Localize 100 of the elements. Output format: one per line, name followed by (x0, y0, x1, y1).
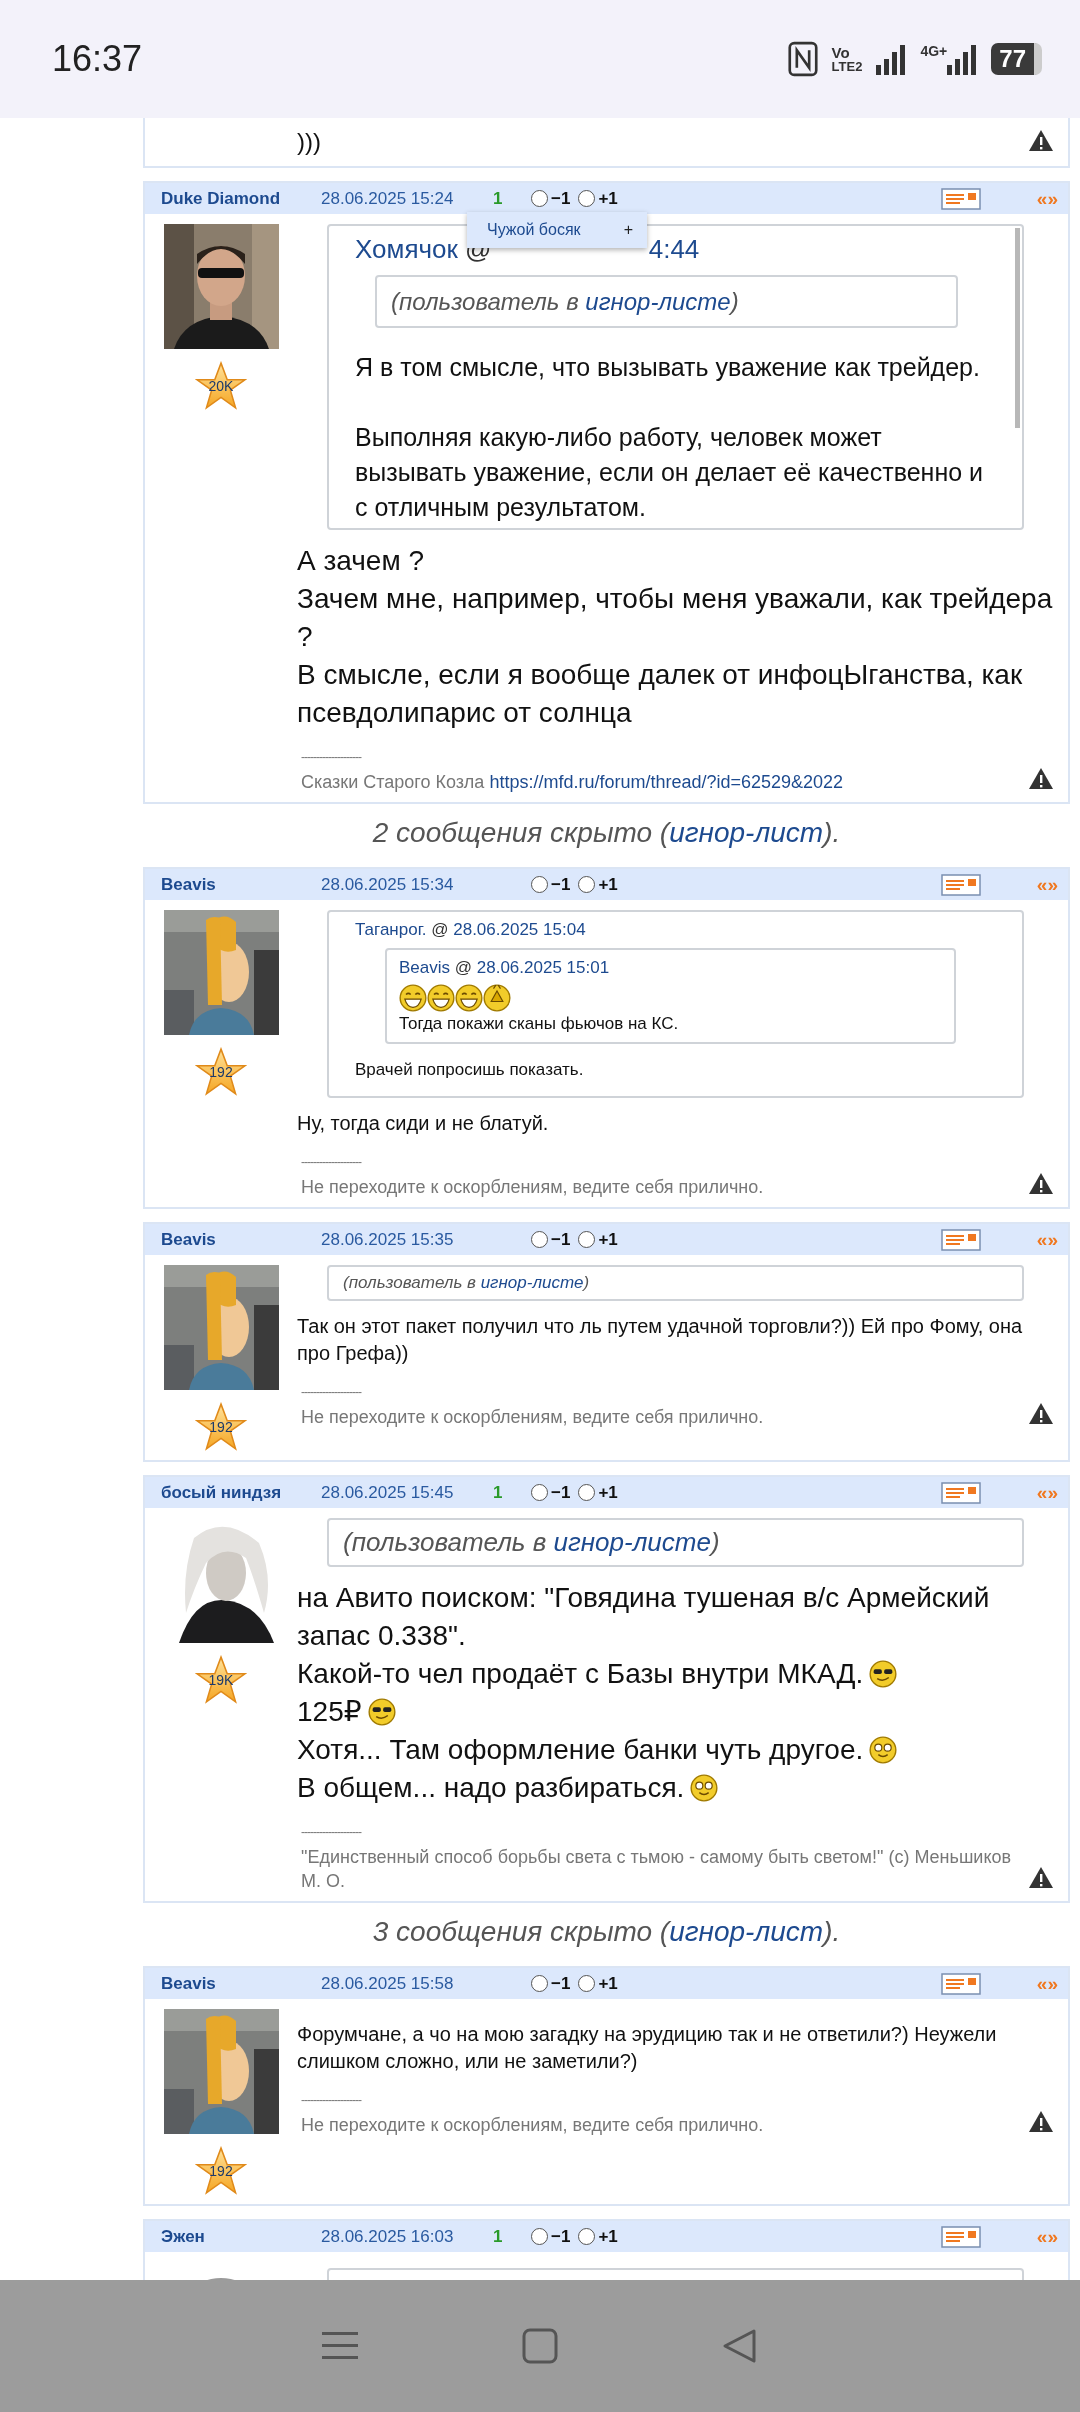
vote-radio[interactable] (578, 876, 596, 893)
post-text: Какой-то чел продаёт с Базы внутри МКАД. (297, 1657, 864, 1691)
vote-radio[interactable] (578, 1975, 596, 1992)
ignore-list-link[interactable]: игнор-листе (553, 1527, 711, 1557)
message-icon[interactable] (940, 187, 981, 210)
warning-icon[interactable] (1028, 1401, 1054, 1425)
vote-radio[interactable] (578, 1484, 596, 1501)
popup-add-button[interactable]: + (623, 221, 633, 239)
signature-text: Сказки Старого Козла https://mfd.ru/forum/thread/?id=62529&2022 (301, 771, 844, 794)
post-date-link[interactable]: 28.06.2025 15:34 (321, 874, 493, 895)
post-text: В общем... надо разбираться. (297, 1771, 685, 1805)
signature-divider: -------------------- (301, 1825, 363, 1839)
vote-radio[interactable] (531, 2228, 548, 2245)
ignored-text: (пользователь в игнор-листе) (343, 1527, 720, 1557)
sunglasses-smiley-icon (869, 1660, 898, 1688)
vote-radio[interactable] (531, 876, 548, 893)
vote-label: +1 (598, 2226, 618, 2247)
signature-divider: -------------------- (301, 2093, 363, 2107)
vote-radio[interactable] (531, 190, 548, 207)
rating-star-badge: 192 (195, 2146, 247, 2196)
vote-label: +1 (598, 1229, 618, 1250)
post-text: Ну, тогда сиди и не блатуй. (297, 1111, 549, 1136)
post-date-link[interactable]: 28.06.2025 15:58 (321, 1973, 493, 1994)
dizzy-smiley-icon (690, 1774, 719, 1802)
signal-icon (876, 43, 907, 75)
laughing-smiley-icon (427, 984, 455, 1012)
ignored-text: (пользователь в игнор-листе) (343, 1273, 590, 1292)
vote-radio[interactable] (531, 1484, 548, 1501)
vote-radio[interactable] (578, 1231, 596, 1248)
warning-icon[interactable] (1028, 128, 1054, 152)
vote-label: +1 (598, 1482, 618, 1503)
scrollbar-thumb[interactable] (1015, 228, 1020, 428)
warning-icon[interactable] (1028, 2109, 1054, 2133)
vote-label: −1 (551, 874, 571, 895)
vote-label: −1 (551, 1482, 571, 1503)
signature-divider: -------------------- (301, 1155, 363, 1169)
warning-icon[interactable] (1028, 1171, 1054, 1195)
signature-link[interactable]: https://mfd.ru/forum/thread/?id=62529&2022 (489, 772, 844, 792)
post-text: Так он этот пакет получил что ль путем удачной торговли?)) Ей про Фому, она про Грефа)) (297, 1314, 1024, 1366)
signature-text: "Единственный способ борьбы света с тьмою - самому быть светом!" (с) Меньшиков М. О. (301, 1846, 1013, 1893)
quote-author-link[interactable]: Хомячок (355, 234, 458, 264)
vote-label: +1 (598, 1973, 618, 1994)
vote-radio[interactable] (531, 1231, 548, 1248)
vote-radio[interactable] (531, 1975, 548, 1992)
vote-label: −1 (551, 2226, 571, 2247)
signature-text: Не переходите к оскорблениям, ведите себя прилично. (301, 2114, 764, 2137)
signature-text: Не переходите к оскорблениям, ведите себя прилично. (301, 1176, 764, 1199)
call-label: Vo (831, 45, 851, 60)
popup-label[interactable]: Чужой босяк (487, 221, 581, 239)
dizzy-smiley-icon (869, 1736, 898, 1764)
clock-time: 16:37 (52, 38, 143, 80)
author-link[interactable]: Duke Diamond (161, 188, 321, 209)
quote-date-link[interactable]: 28.06.2025 15:01 (476, 958, 610, 977)
vote-radio[interactable] (578, 190, 596, 207)
quote-text: Тогда покажи сканы фьючов на КС. (399, 1013, 680, 1035)
ignore-list-link[interactable]: игнор-листе (585, 288, 731, 315)
message-icon[interactable] (940, 2225, 981, 2248)
author-link[interactable]: Beavis (161, 1229, 321, 1250)
post-date-link[interactable]: 28.06.2025 16:03 (321, 2226, 493, 2247)
post-date-link[interactable]: 28.06.2025 15:24 (321, 188, 493, 209)
quote-header: Таганрог. @ 28.06.2025 15:04 (355, 919, 587, 941)
post-text: В смысле, если я вообще далек от инфоцЫганства, как псевдолипарис от солнца (297, 658, 1024, 730)
hidden-posts-notice: 3 сообщения скрыто (игнор-лист). (371, 1916, 842, 1948)
quote-date-link[interactable]: 4:44 (648, 234, 700, 264)
quote-text: Я в том смысле, что вызывать уважение как трейдер. (355, 352, 981, 383)
warning-icon[interactable] (1028, 766, 1054, 790)
vote-label: −1 (551, 1973, 571, 1994)
quote-date-link[interactable]: 28.06.2025 15:04 (453, 920, 586, 939)
post-text: на Авито поиском: "Говядина тушеная в/с Армейский запас 0.338". (297, 1581, 991, 1653)
vote-radio[interactable] (578, 2228, 596, 2245)
laughing-smiley-icon (399, 984, 427, 1012)
message-icon[interactable] (940, 1228, 981, 1251)
message-icon[interactable] (940, 873, 981, 896)
home-icon[interactable] (520, 2326, 560, 2366)
message-icon[interactable] (940, 1481, 981, 1504)
rating-star-badge: 192 (195, 1047, 247, 1097)
quote-author-link[interactable]: Таганрог. (355, 920, 427, 939)
call-sublabel: LTE2 (831, 60, 863, 73)
vote-label: −1 (551, 188, 571, 209)
ignore-list-link[interactable]: игнор-листе (480, 1273, 584, 1292)
quote-author-link[interactable]: Beavis (399, 958, 451, 977)
author-link[interactable]: Beavis (161, 1973, 321, 1994)
vote-label: +1 (598, 874, 618, 895)
laughing-smiley-icon (455, 984, 483, 1012)
post-date-link[interactable]: 28.06.2025 15:35 (321, 1229, 493, 1250)
post-text: Хотя... Там оформление банки чуть другое. (297, 1733, 864, 1767)
nfc-icon (787, 41, 818, 77)
warning-icon[interactable] (1028, 1865, 1054, 1889)
sunglasses-smiley-icon (367, 1698, 396, 1726)
post-date-link[interactable]: 28.06.2025 15:45 (321, 1482, 493, 1503)
ignored-text: (пользователь в игнор-листе) (391, 288, 739, 315)
author-link[interactable]: Beavis (161, 874, 321, 895)
rating-star-badge: 19K (195, 1655, 247, 1705)
author-link[interactable]: босый ниндзя (161, 1482, 321, 1503)
message-icon[interactable] (940, 1972, 981, 1995)
quote-header: Beavis @ 28.06.2025 15:01 (399, 957, 611, 979)
quote-text: Врачей попросишь показать. (355, 1059, 585, 1081)
author-link[interactable]: Эжен (161, 2226, 321, 2247)
post-text: А зачем ? (297, 544, 424, 578)
hidden-posts-notice: 2 сообщения скрыто (игнор-лист). (371, 817, 842, 849)
